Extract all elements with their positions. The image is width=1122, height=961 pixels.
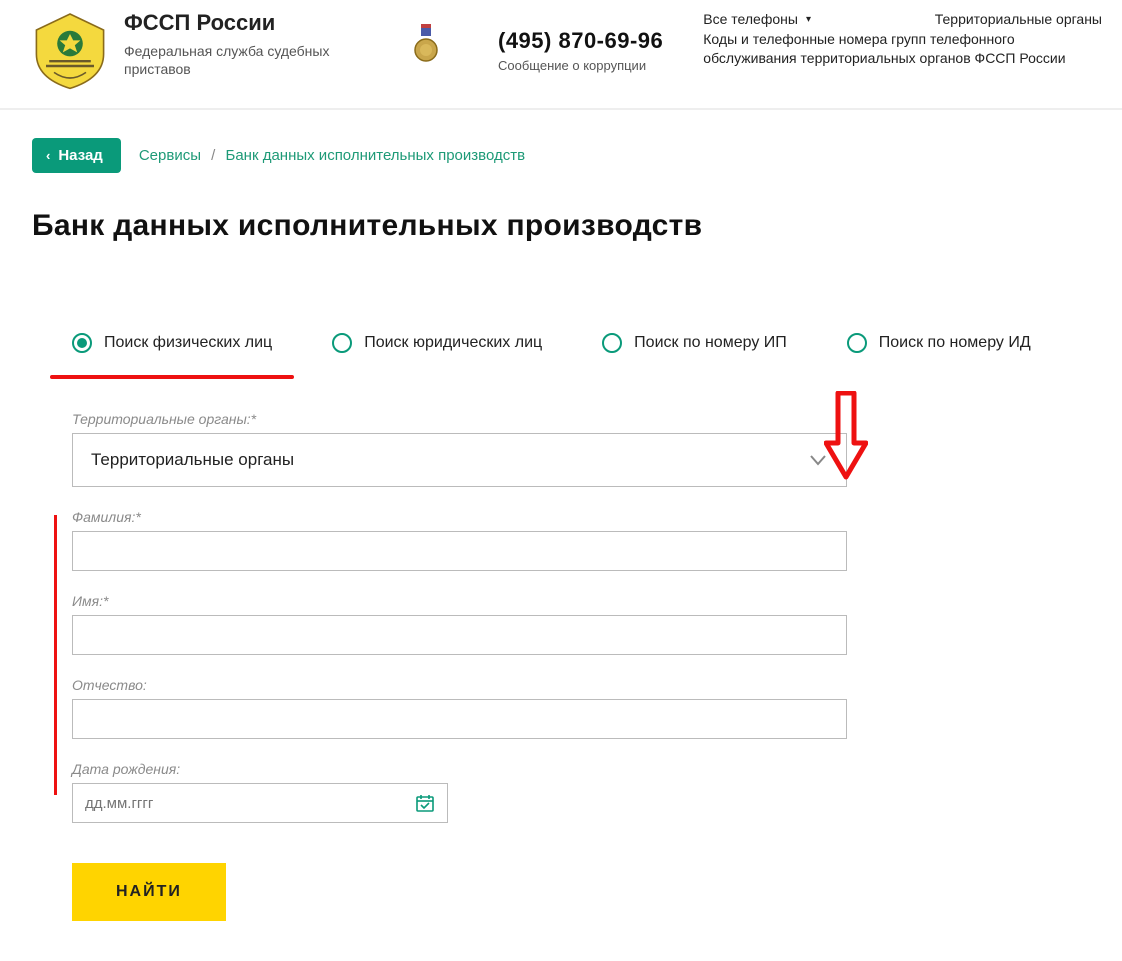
search-area: Поиск физических лиц Поиск юридических л… bbox=[32, 333, 1102, 921]
territorial-link[interactable]: Территориальные органы bbox=[935, 10, 1102, 30]
search-form: Территориальные органы:* Территориальные… bbox=[72, 411, 847, 921]
crumb-current[interactable]: Банк данных исполнительных производств bbox=[226, 147, 526, 164]
page-title: Банк данных исполнительных производств bbox=[32, 209, 1102, 243]
all-phones-label: Все телефоны bbox=[703, 10, 798, 30]
territorial-label: Территориальные органы:* bbox=[72, 411, 847, 427]
logo-block: ФССП России Федеральная служба судебных … bbox=[30, 10, 354, 90]
caret-down-icon: ▾ bbox=[806, 13, 811, 27]
page-content: ‹ Назад Сервисы / Банк данных исполнител… bbox=[0, 110, 1122, 961]
back-button-label: Назад bbox=[58, 147, 102, 164]
territorial-select[interactable]: Территориальные органы bbox=[72, 433, 847, 487]
patronymic-label: Отчество: bbox=[72, 677, 847, 693]
crumb-services[interactable]: Сервисы bbox=[139, 147, 201, 164]
annotation-side-line bbox=[54, 515, 57, 795]
tab-label: Поиск физических лиц bbox=[104, 334, 272, 352]
annotation-underline bbox=[50, 375, 294, 379]
calendar-icon[interactable] bbox=[415, 793, 435, 813]
emblem-icon bbox=[30, 10, 110, 90]
radio-icon bbox=[602, 333, 622, 353]
tab-ip-number[interactable]: Поиск по номеру ИП bbox=[602, 333, 787, 353]
codes-link[interactable]: Коды и телефонные номера групп телефонно… bbox=[703, 30, 1102, 69]
territorial-select-value: Территориальные органы bbox=[91, 450, 294, 470]
breadcrumb: Сервисы / Банк данных исполнительных про… bbox=[139, 147, 525, 164]
tab-id-number[interactable]: Поиск по номеру ИД bbox=[847, 333, 1031, 353]
tabs: Поиск физических лиц Поиск юридических л… bbox=[72, 333, 1102, 353]
tab-physical[interactable]: Поиск физических лиц bbox=[72, 333, 272, 353]
dob-input-wrap[interactable] bbox=[72, 783, 448, 823]
dob-label: Дата рождения: bbox=[72, 761, 847, 777]
firstname-field: Имя:* bbox=[72, 593, 847, 655]
find-button-label: НАЙТИ bbox=[116, 883, 182, 900]
tab-label: Поиск юридических лиц bbox=[364, 334, 542, 352]
firstname-label: Имя:* bbox=[72, 593, 847, 609]
phone-block: (495) 870-69-96 Сообщение о коррупции bbox=[498, 28, 663, 73]
tab-label: Поиск по номеру ИД bbox=[879, 334, 1031, 352]
dob-field: Дата рождения: bbox=[72, 761, 847, 823]
org-text-block: ФССП России Федеральная служба судебных … bbox=[124, 10, 354, 78]
breadcrumb-sep: / bbox=[211, 147, 215, 164]
all-phones-link[interactable]: Все телефоны ▾ bbox=[703, 10, 811, 30]
chevron-left-icon: ‹ bbox=[46, 148, 50, 163]
tab-label: Поиск по номеру ИП bbox=[634, 334, 787, 352]
radio-selected-icon bbox=[72, 333, 92, 353]
back-button[interactable]: ‹ Назад bbox=[32, 138, 121, 173]
territorial-field: Территориальные органы:* Территориальные… bbox=[72, 411, 847, 487]
nav-row: ‹ Назад Сервисы / Банк данных исполнител… bbox=[32, 138, 1102, 173]
radio-icon bbox=[332, 333, 352, 353]
phone-number[interactable]: (495) 870-69-96 bbox=[498, 28, 663, 54]
patronymic-input[interactable] bbox=[72, 699, 847, 739]
site-header: ФССП России Федеральная служба судебных … bbox=[0, 0, 1122, 110]
firstname-input[interactable] bbox=[72, 615, 847, 655]
find-button[interactable]: НАЙТИ bbox=[72, 863, 226, 921]
lastname-label: Фамилия:* bbox=[72, 509, 847, 525]
org-title: ФССП России bbox=[124, 10, 354, 36]
tab-legal[interactable]: Поиск юридических лиц bbox=[332, 333, 542, 353]
org-subtitle: Федеральная служба судебных приставов bbox=[124, 42, 354, 78]
lastname-input[interactable] bbox=[72, 531, 847, 571]
patronymic-field: Отчество: bbox=[72, 677, 847, 739]
radio-icon bbox=[847, 333, 867, 353]
phone-caption: Сообщение о коррупции bbox=[498, 58, 663, 73]
lastname-field: Фамилия:* bbox=[72, 509, 847, 571]
annotation-arrow bbox=[824, 391, 868, 486]
medal-icon bbox=[414, 24, 438, 66]
header-links: Все телефоны ▾ Территориальные органы Ко… bbox=[703, 10, 1102, 69]
dob-input[interactable] bbox=[85, 795, 415, 812]
